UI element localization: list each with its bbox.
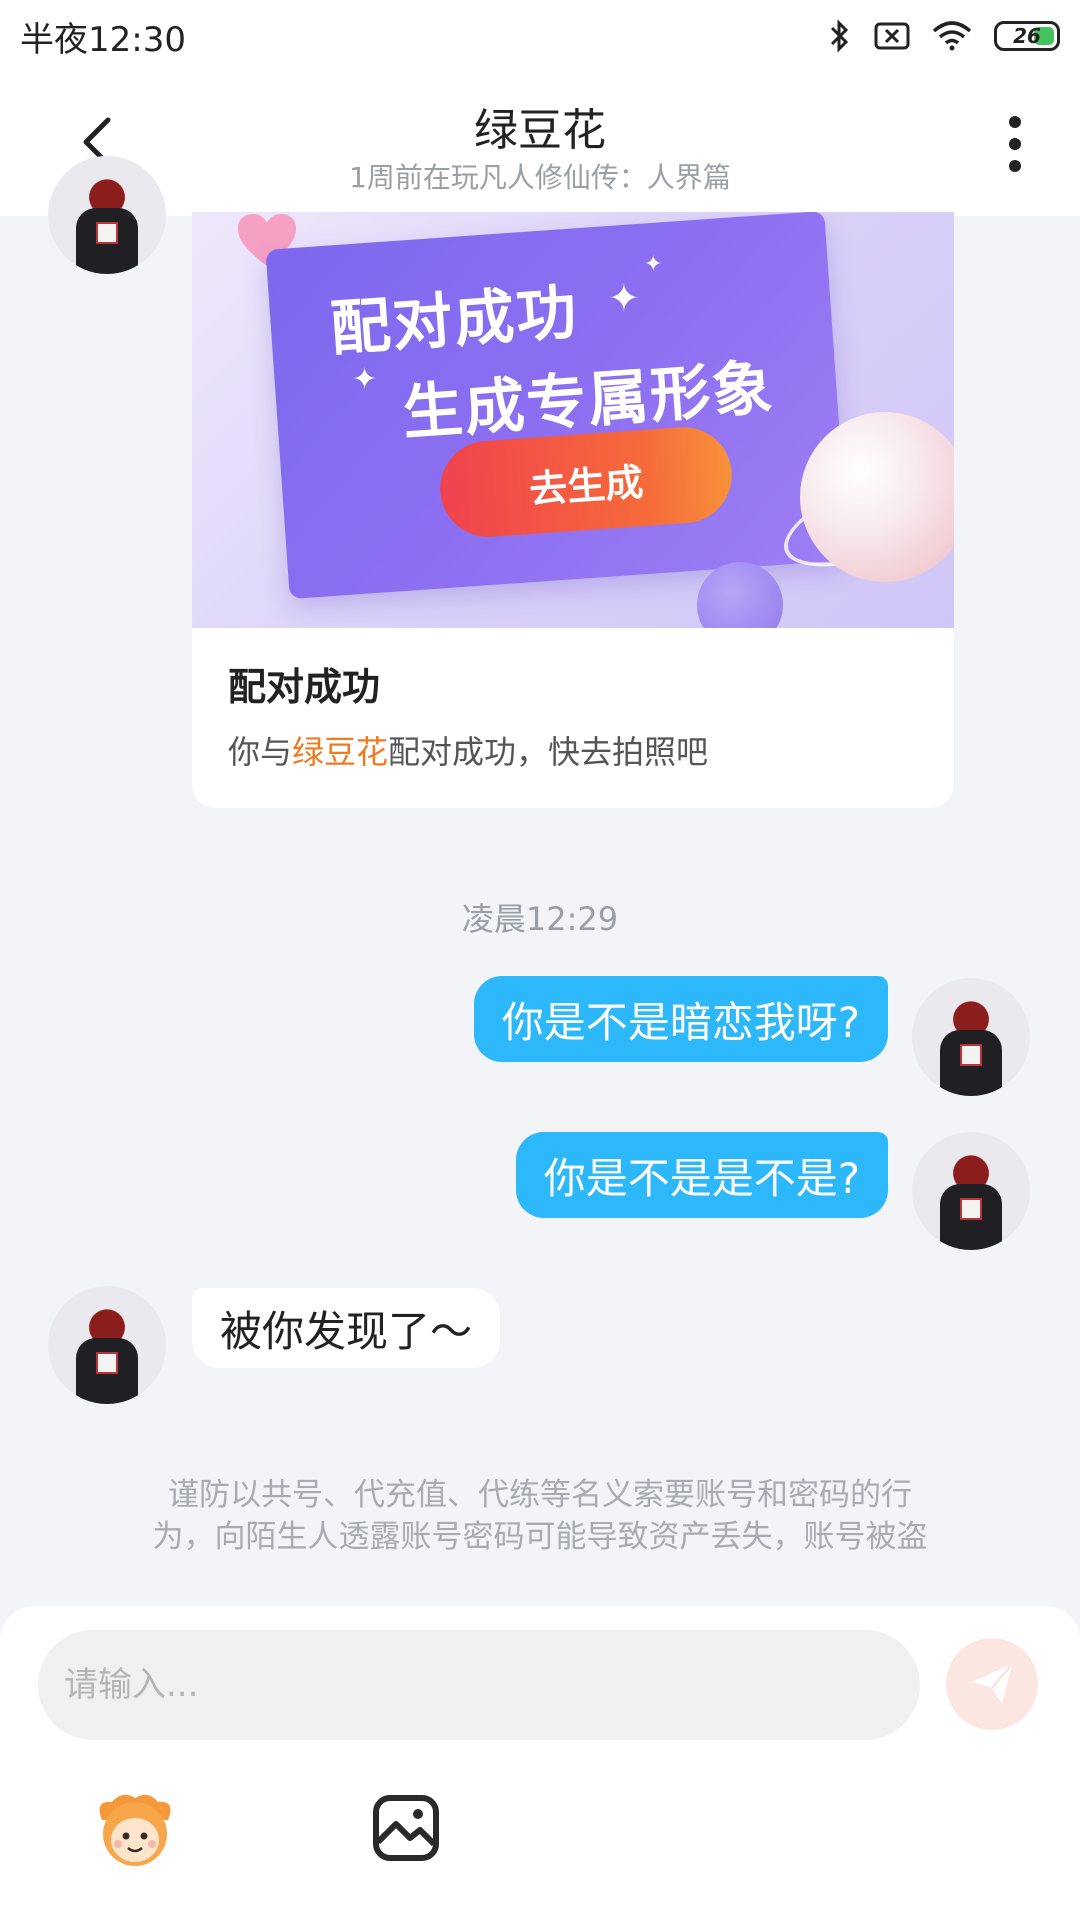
my-avatar[interactable] bbox=[912, 1132, 1030, 1250]
warning-line-1: 谨防以共号、代充值、代练等名义索要账号和密码的行 bbox=[168, 1477, 912, 1513]
safety-warning: 谨防以共号、代充值、代练等名义索要账号和密码的行 为，向陌生人透露账号密码可能导… bbox=[60, 1474, 1020, 1558]
contact-name: 绿豆花 bbox=[474, 105, 606, 156]
mascot-emoji-button[interactable] bbox=[92, 1790, 178, 1868]
desc-prefix: 你与 bbox=[228, 733, 293, 771]
card-body: 配对成功 你与绿豆花配对成功，快去拍照吧 bbox=[192, 628, 954, 801]
match-card[interactable]: 配对成功 生成专属形象 ✦ ✦ ✦ 去生成 配对成功 你与绿豆花配对成功，快去拍… bbox=[192, 212, 954, 808]
message-timestamp: 凌晨12:29 bbox=[461, 900, 619, 938]
card-title: 配对成功 bbox=[228, 665, 381, 709]
bluetooth-icon bbox=[830, 19, 849, 53]
contact-avatar[interactable] bbox=[48, 156, 166, 274]
generate-button[interactable]: 去生成 bbox=[437, 423, 735, 541]
card-description: 你与绿豆花配对成功，快去拍照吧 bbox=[228, 727, 918, 773]
send-icon bbox=[972, 1663, 1014, 1704]
send-button[interactable] bbox=[946, 1638, 1038, 1730]
image-picker-button[interactable] bbox=[370, 1792, 442, 1864]
more-vertical-icon bbox=[1009, 116, 1021, 172]
message-input[interactable] bbox=[38, 1630, 920, 1740]
status-icons: 26 bbox=[828, 19, 1060, 53]
warning-line-2: 为，向陌生人透露账号密码可能导致资产丢失，账号被盗 bbox=[152, 1519, 928, 1555]
image-icon bbox=[373, 1795, 439, 1861]
status-bar: 半夜12:30 26 bbox=[0, 0, 1080, 72]
sparkle-icon: ✦ bbox=[352, 362, 378, 397]
wifi-icon bbox=[932, 21, 972, 51]
contact-status: 1周前在玩凡人修仙传：人界篇 bbox=[349, 161, 731, 194]
contact-avatar[interactable] bbox=[48, 1286, 166, 1404]
outgoing-message[interactable]: 你是不是是不是? bbox=[515, 1132, 888, 1218]
ball-decoration bbox=[697, 562, 783, 628]
sim-off-icon bbox=[874, 22, 910, 50]
battery-level: 26 bbox=[1013, 24, 1041, 48]
battery-icon: 26 bbox=[994, 21, 1060, 51]
sparkle-icon: ✦ bbox=[608, 276, 640, 320]
outgoing-message[interactable]: 你是不是暗恋我呀? bbox=[473, 976, 888, 1062]
my-avatar[interactable] bbox=[912, 978, 1030, 1096]
sparkle-icon: ✦ bbox=[644, 252, 663, 277]
more-options-button[interactable] bbox=[990, 112, 1040, 176]
incoming-message[interactable]: 被你发现了～ bbox=[192, 1288, 501, 1368]
match-banner[interactable]: 配对成功 生成专属形象 ✦ ✦ ✦ 去生成 bbox=[192, 212, 954, 628]
mascot-icon bbox=[99, 1794, 171, 1866]
input-area bbox=[0, 1606, 1080, 1920]
desc-contact-name: 绿豆花 bbox=[292, 733, 389, 771]
desc-suffix: 配对成功，快去拍照吧 bbox=[388, 733, 709, 771]
banner-headline: 配对成功 bbox=[328, 277, 581, 365]
status-time: 半夜12:30 bbox=[20, 19, 186, 60]
chat-area: 配对成功 生成专属形象 ✦ ✦ ✦ 去生成 配对成功 你与绿豆花配对成功，快去拍… bbox=[0, 156, 1080, 1606]
